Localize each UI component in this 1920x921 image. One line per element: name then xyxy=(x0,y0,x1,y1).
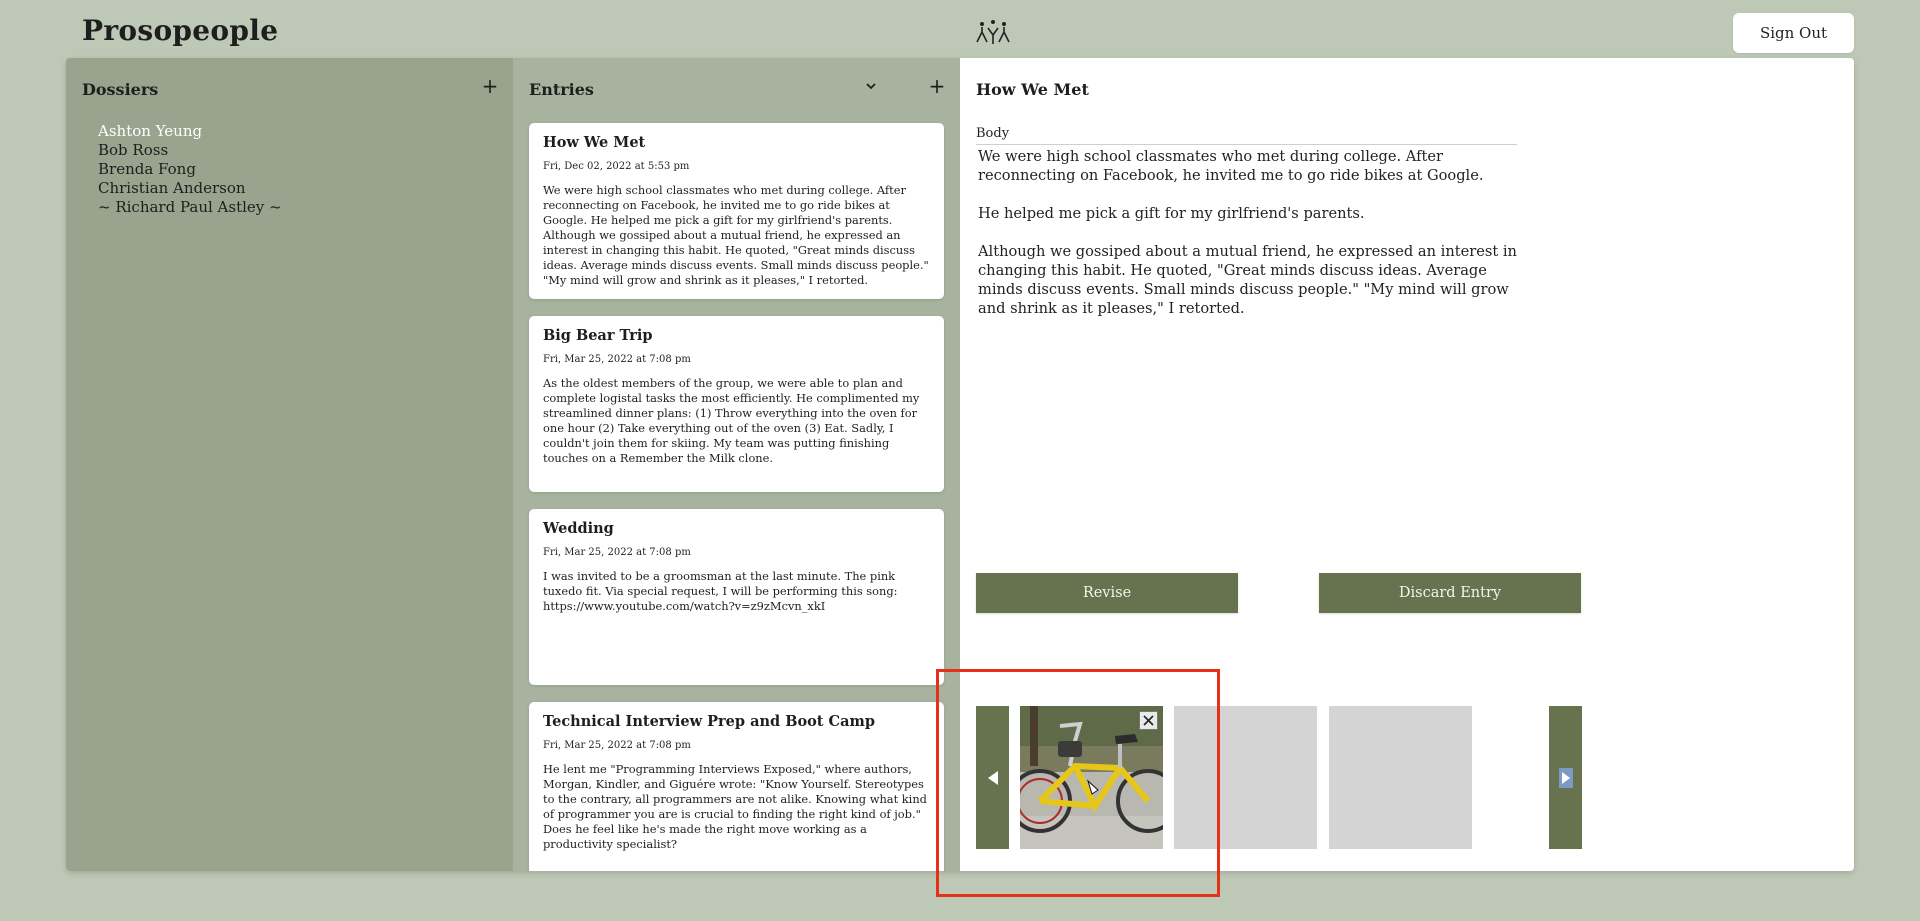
add-dossier-button[interactable]: + xyxy=(478,74,502,98)
chevron-down-icon xyxy=(866,83,876,90)
add-entry-button[interactable]: + xyxy=(925,74,949,98)
remove-photo-button[interactable] xyxy=(1139,711,1158,730)
sort-entries-button[interactable] xyxy=(859,74,883,98)
body-paragraph: We were high school classmates who met d… xyxy=(978,148,1484,184)
body-label: Body xyxy=(976,126,1010,141)
entry-date: Fri, Mar 25, 2022 at 7:08 pm xyxy=(543,354,691,365)
dossier-list: Ashton Yeung Bob Ross Brenda Fong Christ… xyxy=(98,122,282,217)
entry-body-text: We were high school classmates who met d… xyxy=(978,147,1518,337)
close-icon xyxy=(1143,715,1154,726)
entry-detail-panel: How We Met Body We were high school clas… xyxy=(960,58,1854,871)
entry-title: How We Met xyxy=(543,134,646,151)
discard-entry-button[interactable]: Discard Entry xyxy=(1319,573,1581,613)
entry-detail-title: How We Met xyxy=(976,80,1089,99)
dossier-item[interactable]: ~ Richard Paul Astley ~ xyxy=(98,198,282,217)
entry-preview: We were high school classmates who met d… xyxy=(543,183,929,287)
entry-title: Technical Interview Prep and Boot Camp xyxy=(543,713,875,730)
entry-preview: He lent me "Programming Interviews Expos… xyxy=(543,762,927,851)
gallery-empty-slot xyxy=(1329,706,1472,849)
next-focus-box xyxy=(1558,767,1573,788)
gallery-prev-button[interactable] xyxy=(976,706,1009,849)
gallery-photo[interactable] xyxy=(1020,706,1163,849)
entry-preview: As the oldest members of the group, we w… xyxy=(543,376,920,465)
entry-date: Fri, Dec 02, 2022 at 5:53 pm xyxy=(543,161,690,172)
dossier-item[interactable]: Ashton Yeung xyxy=(98,122,282,141)
dossier-item[interactable]: Bob Ross xyxy=(98,141,282,160)
dossiers-panel: Dossiers + Ashton Yeung Bob Ross Brenda … xyxy=(66,58,513,871)
entries-panel: Entries + How We Met Fri, Dec 02, 2022 a… xyxy=(513,58,960,871)
sign-out-button[interactable]: Sign Out xyxy=(1733,13,1854,53)
plus-icon: + xyxy=(481,74,499,98)
app-brand[interactable]: Prosopeople xyxy=(82,14,278,47)
entry-title: Big Bear Trip xyxy=(543,327,653,344)
entry-date: Fri, Mar 25, 2022 at 7:08 pm xyxy=(543,547,691,558)
body-divider xyxy=(976,144,1517,145)
entry-card[interactable]: Technical Interview Prep and Boot Camp F… xyxy=(529,702,944,871)
entries-heading: Entries xyxy=(529,80,594,99)
dossiers-heading: Dossiers xyxy=(82,80,159,99)
revise-button[interactable]: Revise xyxy=(976,573,1238,613)
triangle-right-icon xyxy=(1561,771,1570,784)
entry-card[interactable]: How We Met Fri, Dec 02, 2022 at 5:53 pm … xyxy=(529,123,944,299)
entry-card[interactable]: Wedding Fri, Mar 25, 2022 at 7:08 pm I w… xyxy=(529,509,944,685)
body-paragraph: Although we gossiped about a mutual frie… xyxy=(978,243,1517,317)
dossier-item[interactable]: Brenda Fong xyxy=(98,160,282,179)
gallery-next-button[interactable] xyxy=(1549,706,1582,849)
plus-icon: + xyxy=(928,74,946,98)
entry-card[interactable]: Big Bear Trip Fri, Mar 25, 2022 at 7:08 … xyxy=(529,316,944,492)
triangle-left-icon xyxy=(987,770,998,785)
entry-date: Fri, Mar 25, 2022 at 7:08 pm xyxy=(543,740,691,751)
top-bar: Prosopeople Sign Out xyxy=(0,0,1920,58)
dossier-item[interactable]: Christian Anderson xyxy=(98,179,282,198)
entry-title: Wedding xyxy=(543,520,614,537)
body-paragraph: He helped me pick a gift for my girlfrie… xyxy=(978,205,1365,222)
main-frame: Dossiers + Ashton Yeung Bob Ross Brenda … xyxy=(66,58,1854,871)
gallery-empty-slot xyxy=(1174,706,1317,849)
entry-preview: I was invited to be a groomsman at the l… xyxy=(543,569,898,613)
figures-logo-icon xyxy=(973,18,1013,46)
